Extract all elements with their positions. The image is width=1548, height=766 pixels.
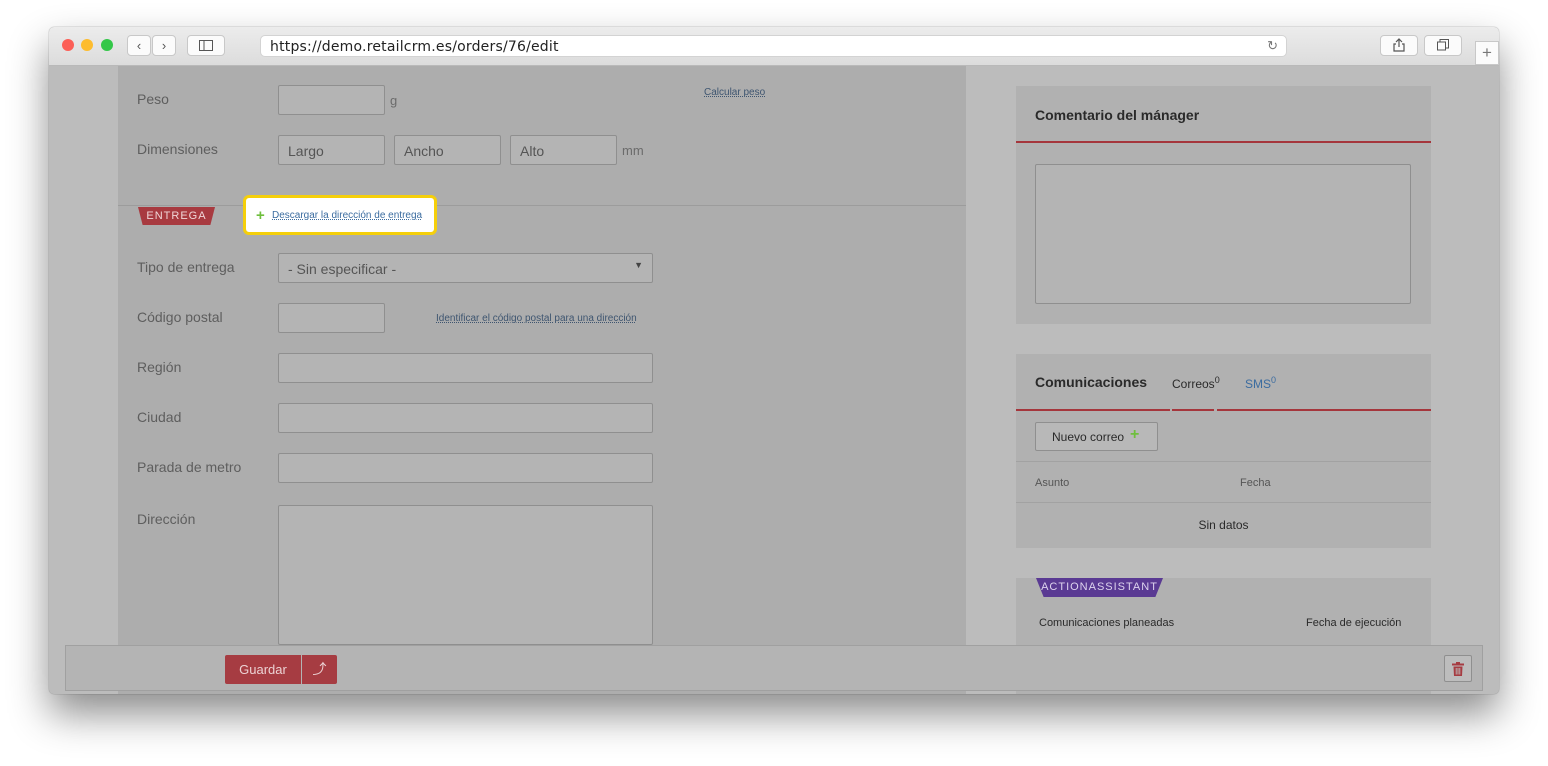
bottom-action-bar: Guardar ⤴: [65, 645, 1483, 691]
col-asunto: Asunto: [1035, 477, 1070, 489]
peso-unit: g: [390, 93, 398, 108]
dimensiones-unit: mm: [622, 143, 644, 158]
plus-icon: +: [1482, 43, 1492, 62]
new-tab-button[interactable]: +: [1475, 41, 1499, 65]
chevron-right-icon: ›: [161, 38, 167, 53]
tab-underline-3: [1217, 409, 1431, 411]
sms-count: 0: [1271, 375, 1277, 385]
comentario-title: Comentario del mánager: [1035, 107, 1200, 123]
tipo-entrega-label: Tipo de entrega: [137, 259, 235, 275]
table-divider: [1016, 502, 1431, 503]
plus-icon: +: [1130, 426, 1140, 443]
guardar-button[interactable]: Guardar: [225, 655, 301, 684]
comunicaciones-title: Comunicaciones: [1035, 374, 1148, 390]
tabs-icon: [1437, 39, 1449, 51]
ancho-placeholder: Ancho: [404, 143, 444, 159]
codigo-postal-label: Código postal: [137, 309, 223, 325]
peso-label: Peso: [137, 91, 169, 107]
trash-icon: [1452, 662, 1464, 676]
back-button[interactable]: ‹: [127, 35, 151, 56]
tipo-entrega-value: - Sin especificar -: [288, 261, 397, 277]
ancho-input[interactable]: Ancho: [394, 135, 501, 165]
calcular-peso-link[interactable]: Calcular peso: [704, 87, 765, 98]
chevron-left-icon: ‹: [136, 38, 142, 53]
dimensiones-label: Dimensiones: [137, 141, 218, 157]
zoom-window-button[interactable]: [101, 39, 113, 51]
sidebar-icon: [199, 40, 213, 51]
region-input[interactable]: [278, 353, 653, 383]
nuevo-correo-label: Nuevo correo: [1052, 430, 1125, 444]
peso-input[interactable]: [278, 85, 385, 115]
sin-datos: Sin datos: [1198, 518, 1249, 532]
metro-input[interactable]: [278, 453, 653, 483]
tab-underline-1: [1016, 409, 1170, 411]
descargar-direccion-link[interactable]: Descargar la dirección de entrega: [272, 210, 422, 221]
descargar-direccion-highlight[interactable]: + Descargar la dirección de entrega: [243, 195, 437, 235]
comentario-underline: [1016, 141, 1431, 143]
ciudad-input[interactable]: [278, 403, 653, 433]
address-bar[interactable]: https://demo.retailcrm.es/orders/76/edit…: [260, 35, 1287, 57]
forward-button[interactable]: ›: [152, 35, 176, 56]
alto-placeholder: Alto: [520, 143, 545, 159]
identificar-codigo-link[interactable]: Identificar el código postal para una di…: [436, 313, 637, 324]
tab-sms-label: SMS: [1245, 377, 1272, 391]
page-content: Peso g Calcular peso Dimensiones Largo A…: [49, 66, 1499, 694]
ciudad-label: Ciudad: [137, 409, 182, 425]
minimize-window-button[interactable]: [81, 39, 93, 51]
comentario-textarea[interactable]: [1035, 164, 1411, 304]
tabs-overview-button[interactable]: [1424, 35, 1462, 56]
arrow-up-icon: ⤴: [312, 661, 327, 677]
tab-correos-label: Correos: [1172, 377, 1215, 391]
close-window-button[interactable]: [62, 39, 74, 51]
url-text: https://demo.retailcrm.es/orders/76/edit: [270, 39, 559, 55]
correos-count: 0: [1214, 375, 1220, 385]
fecha-ejecucion-label: Fecha de ejecución: [1306, 617, 1402, 629]
alto-input[interactable]: Alto: [510, 135, 617, 165]
share-icon: [1393, 38, 1405, 52]
col-fecha: Fecha: [1240, 477, 1271, 489]
comentario-card: Comentario del mánager: [1016, 86, 1431, 324]
planeadas-label: Comunicaciones planeadas: [1039, 617, 1175, 629]
plus-icon: +: [256, 207, 265, 224]
sidebar-toggle-button[interactable]: [187, 35, 225, 56]
share-button[interactable]: [1380, 35, 1418, 56]
largo-input[interactable]: Largo: [278, 135, 385, 165]
table-divider: [1016, 461, 1431, 462]
largo-placeholder: Largo: [288, 143, 324, 159]
tipo-entrega-select[interactable]: - Sin especificar - ▼: [278, 253, 653, 283]
direccion-textarea[interactable]: [278, 505, 653, 645]
tab-correos[interactable]: Correos0: [1172, 375, 1220, 391]
browser-toolbar: ‹ › https://demo.retailcrm.es/orders/76/…: [49, 27, 1499, 66]
delete-button[interactable]: [1444, 655, 1472, 682]
guardar-options-button[interactable]: ⤴: [302, 655, 337, 684]
comunicaciones-card: Comunicaciones Correos0 SMS0 Nuevo corre…: [1016, 354, 1431, 548]
tab-underline-2: [1172, 409, 1214, 411]
actionassistant-tag: ACTIONASSISTANT: [1036, 578, 1163, 597]
browser-window: ‹ › https://demo.retailcrm.es/orders/76/…: [49, 27, 1499, 694]
caret-down-icon: ▼: [634, 260, 643, 270]
codigo-postal-input[interactable]: [278, 303, 385, 333]
entrega-section-tag: ENTREGA: [138, 207, 215, 225]
region-label: Región: [137, 359, 182, 375]
tab-sms[interactable]: SMS0: [1245, 375, 1276, 391]
metro-label: Parada de metro: [137, 459, 242, 475]
reload-icon[interactable]: ↻: [1267, 38, 1278, 54]
direccion-label: Dirección: [137, 511, 196, 527]
nuevo-correo-button[interactable]: Nuevo correo +: [1035, 422, 1158, 451]
